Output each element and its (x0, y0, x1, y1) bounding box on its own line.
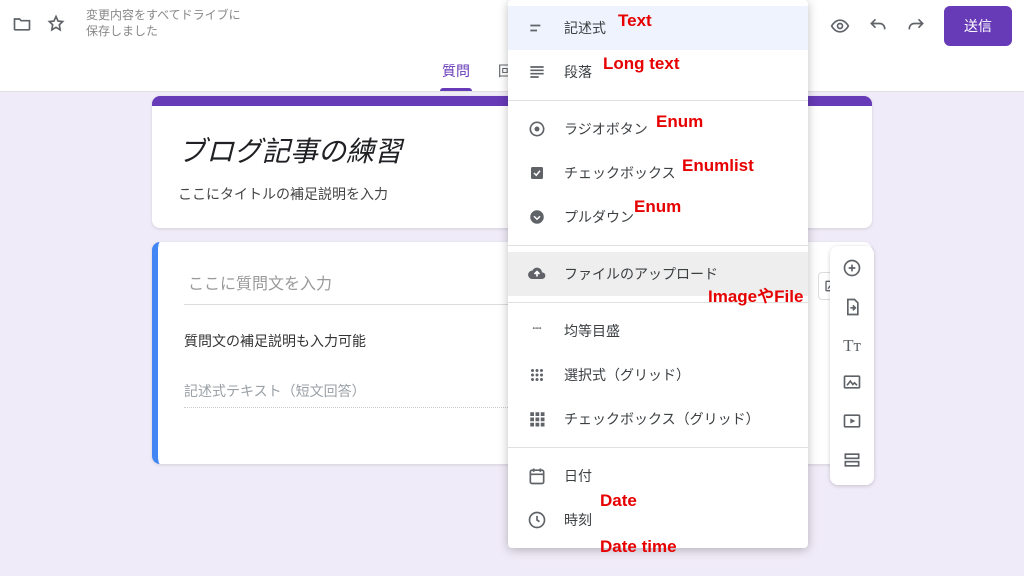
type-checkbox[interactable]: チェックボックス (508, 151, 808, 195)
question-type-dropdown: 記述式 段落 ラジオボタン チェックボックス プルダウン ファイルのアップロード (508, 0, 808, 548)
type-date[interactable]: 日付 (508, 454, 808, 498)
type-file-upload[interactable]: ファイルのアップロード (508, 252, 808, 296)
type-time[interactable]: 時刻 (508, 498, 808, 542)
type-label: 選択式（グリッド） (564, 365, 690, 385)
grid-checkbox-icon (526, 410, 548, 428)
folder-icon[interactable] (12, 14, 32, 34)
type-linear-scale[interactable]: 均等目盛 (508, 309, 808, 353)
undo-icon[interactable] (868, 16, 888, 36)
pulldown-icon (526, 208, 548, 226)
type-short-answer[interactable]: 記述式 (508, 6, 808, 50)
star-icon[interactable] (46, 14, 66, 34)
type-label: 均等目盛 (564, 321, 620, 341)
type-label: プルダウン (564, 207, 634, 227)
type-label: 段落 (564, 62, 592, 82)
linear-scale-icon (526, 326, 548, 336)
type-grid-checkbox[interactable]: チェックボックス（グリッド） (508, 397, 808, 441)
save-status-text: 変更内容をすべてドライブに 保存しました (86, 8, 241, 39)
date-icon (526, 466, 548, 486)
radio-icon (526, 119, 548, 139)
paragraph-icon (526, 62, 548, 82)
type-label: 時刻 (564, 510, 592, 530)
answer-field-hint: 記述式テキスト（短文回答） (184, 381, 548, 408)
short-answer-icon (526, 18, 548, 38)
redo-icon[interactable] (906, 16, 926, 36)
dropdown-separator (508, 302, 808, 303)
type-pulldown[interactable]: プルダウン (508, 195, 808, 239)
preview-icon[interactable] (830, 16, 850, 36)
dropdown-separator (508, 447, 808, 448)
tab-questions[interactable]: 質問 (442, 61, 470, 91)
grid-radio-icon (526, 366, 548, 384)
add-image-icon[interactable] (842, 372, 862, 395)
type-paragraph[interactable]: 段落 (508, 50, 808, 94)
type-label: 日付 (564, 466, 592, 486)
send-button[interactable]: 送信 (944, 6, 1012, 46)
dropdown-separator (508, 245, 808, 246)
type-label: ラジオボタン (564, 119, 648, 139)
cloud-upload-icon (526, 264, 548, 284)
type-label: 記述式 (564, 18, 606, 38)
add-title-icon[interactable]: Tᴛ (843, 336, 861, 356)
checkbox-icon (526, 164, 548, 182)
time-icon (526, 510, 548, 530)
side-toolbar: Tᴛ (830, 246, 874, 485)
type-grid-radio[interactable]: 選択式（グリッド） (508, 353, 808, 397)
type-label: ファイルのアップロード (564, 264, 718, 284)
add-section-icon[interactable] (842, 450, 862, 473)
add-question-icon[interactable] (842, 258, 862, 281)
type-label: チェックボックス (564, 163, 676, 183)
type-radio[interactable]: ラジオボタン (508, 107, 808, 151)
type-label: チェックボックス（グリッド） (564, 409, 760, 429)
dropdown-separator (508, 100, 808, 101)
import-questions-icon[interactable] (842, 297, 862, 320)
add-video-icon[interactable] (842, 411, 862, 434)
